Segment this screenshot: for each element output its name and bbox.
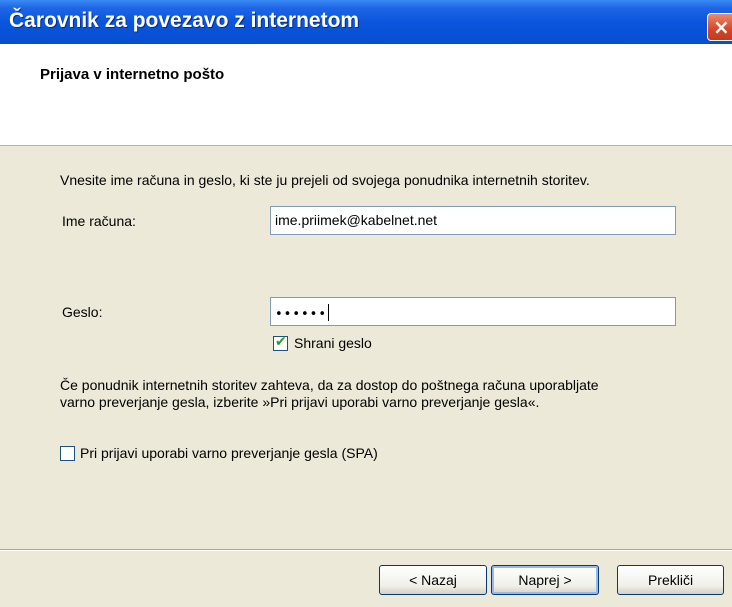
intro-text: Vnesite ime računa in geslo, ki ste ju p… (60, 172, 590, 188)
spa-info-line1: Če ponudnik internetnih storitev zahteva… (60, 377, 599, 393)
password-input[interactable]: •••••• (270, 297, 676, 326)
close-button[interactable]: × (707, 13, 732, 41)
wizard-header: Prijava v internetno pošto (0, 44, 732, 146)
title-bar[interactable]: Čarovnik za povezavo z internetom × (0, 0, 732, 44)
remember-password-label[interactable]: Shrani geslo (294, 335, 372, 351)
spa-checkbox-label[interactable]: Pri prijavi uporabi varno preverjanje ge… (80, 445, 378, 461)
remember-password-checkbox[interactable]: ✔ (273, 334, 288, 351)
wizard-window: Čarovnik za povezavo z internetom × Prij… (0, 0, 732, 607)
password-mask: •••••• (275, 307, 328, 322)
cancel-button[interactable]: Prekliči (617, 565, 724, 595)
account-input[interactable]: ime.priimek@kabelnet.net (270, 206, 676, 235)
spa-checkbox[interactable] (60, 446, 75, 461)
footer-divider (0, 549, 732, 551)
window-title: Čarovnik za povezavo z internetom (9, 9, 360, 32)
spa-info-line2: varno preverjanje gesla, izberite »Pri p… (60, 394, 540, 410)
back-button[interactable]: < Nazaj (379, 565, 487, 595)
account-label: Ime računa: (62, 213, 136, 229)
checkmark-icon: ✔ (275, 334, 287, 350)
close-icon: × (713, 15, 730, 39)
password-label: Geslo: (62, 304, 103, 320)
next-button[interactable]: Naprej > (491, 565, 599, 595)
page-title: Prijava v internetno pošto (40, 66, 225, 83)
text-caret (328, 304, 330, 321)
